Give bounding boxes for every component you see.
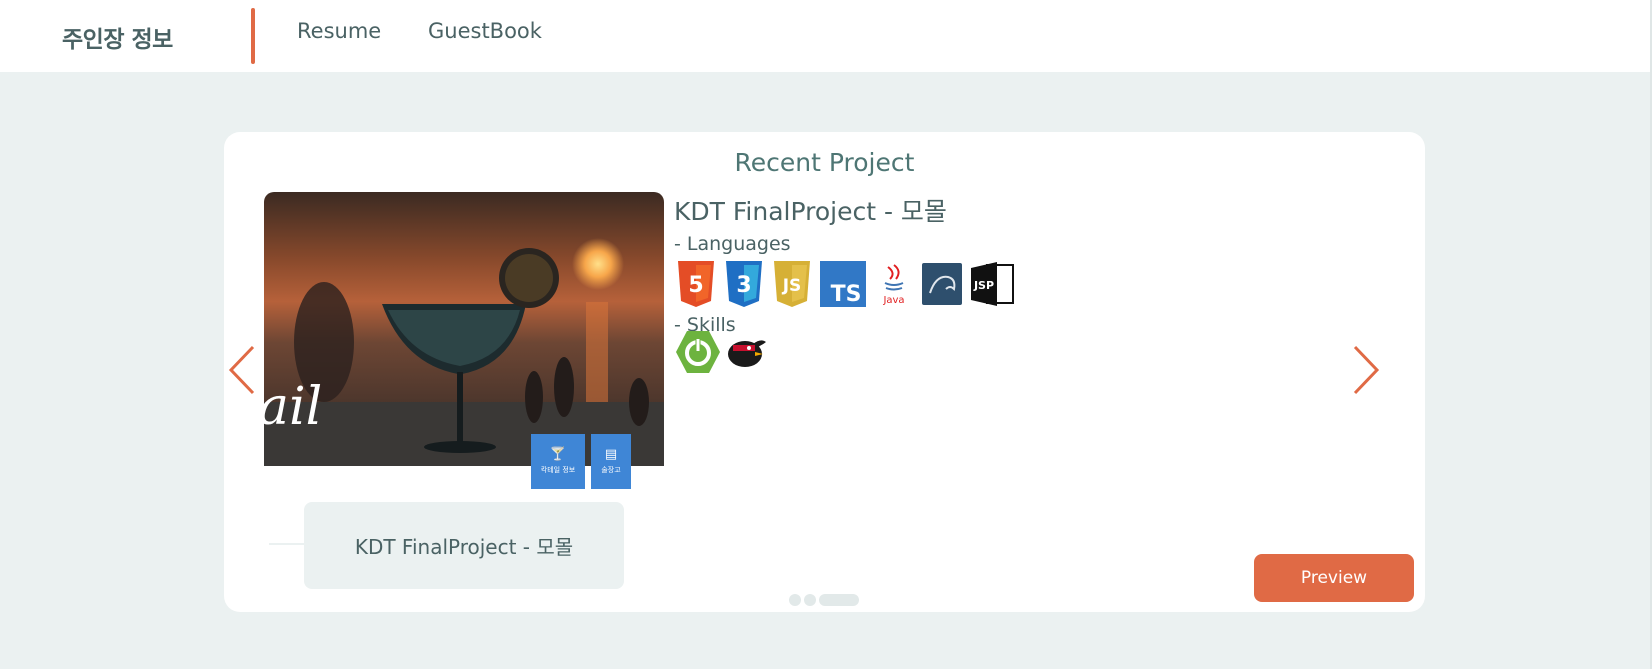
recent-project-card: Recent Project ail 🍸 칵테일 정보 ▤ 술장고 KDT Fi… <box>224 132 1425 612</box>
svg-text:JSP: JSP <box>973 279 994 292</box>
next-arrow-icon[interactable] <box>1352 345 1380 395</box>
pagination-dots <box>789 594 859 606</box>
brand-title[interactable]: 주인장 정보 <box>62 20 173 54</box>
prev-arrow-icon[interactable] <box>228 345 256 395</box>
svg-text:JS: JS <box>782 276 802 296</box>
preview-button[interactable]: Preview <box>1254 554 1414 602</box>
section-title: Recent Project <box>734 148 915 177</box>
mysql-icon <box>921 260 963 308</box>
spring-boot-icon <box>675 330 721 374</box>
css3-icon: 3 <box>723 260 765 308</box>
java-icon: Java <box>873 260 915 308</box>
project-image[interactable]: ail <box>264 192 664 466</box>
fridge-button[interactable]: ▤ 술장고 <box>591 434 631 489</box>
brand-separator <box>251 8 255 64</box>
svg-text:3: 3 <box>736 273 751 298</box>
fridge-icon: ▤ <box>604 447 618 462</box>
html5-icon: 5 <box>675 260 717 308</box>
nav-resume[interactable]: Resume <box>297 19 381 43</box>
svg-text:Java: Java <box>882 295 904 306</box>
skills-icons <box>675 330 767 374</box>
pagination-dot-2[interactable] <box>804 594 816 606</box>
project-thumbnail-card[interactable]: KDT FinalProject - 모몰 <box>304 502 624 589</box>
javascript-icon: JS <box>771 260 813 308</box>
svg-text:TS: TS <box>831 282 862 307</box>
thumbnail-connector <box>269 543 305 545</box>
languages-icons: 5 3 JS TS Java JSP <box>675 260 1015 308</box>
nav-guestbook[interactable]: GuestBook <box>428 19 542 43</box>
svg-text:5: 5 <box>688 273 703 298</box>
jsp-icon: JSP <box>969 260 1015 308</box>
project-title: KDT FinalProject - 모몰 <box>674 197 947 226</box>
cocktail-icon: 🍸 <box>549 447 567 462</box>
image-script-text: ail <box>264 377 322 437</box>
top-navbar: 주인장 정보 Resume GuestBook <box>0 0 1650 72</box>
cocktail-info-button[interactable]: 🍸 칵테일 정보 <box>531 434 585 489</box>
ninja-bird-icon <box>725 330 767 374</box>
pagination-dot-1[interactable] <box>789 594 801 606</box>
typescript-icon: TS <box>819 260 867 308</box>
pagination-dot-3-active[interactable] <box>819 594 859 606</box>
languages-label: - Languages <box>674 233 791 255</box>
